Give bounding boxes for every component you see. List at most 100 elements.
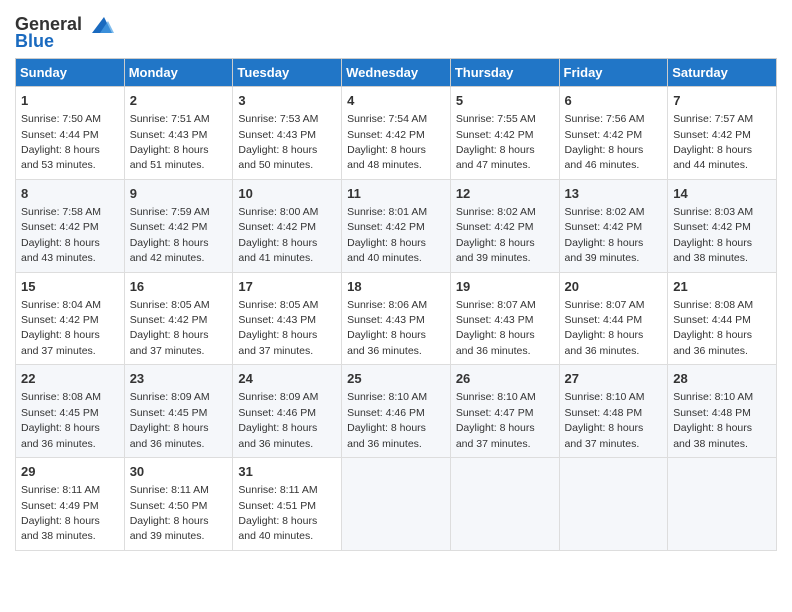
sunrise-info: Sunrise: 7:54 AM — [347, 113, 427, 125]
daylight-info: Daylight: 8 hours and 37 minutes. — [456, 422, 535, 449]
daylight-info: Daylight: 8 hours and 40 minutes. — [347, 237, 426, 264]
daylight-info: Daylight: 8 hours and 36 minutes. — [673, 329, 752, 356]
day-number: 30 — [130, 463, 228, 481]
day-number: 22 — [21, 370, 119, 388]
calendar-cell: 3 Sunrise: 7:53 AM Sunset: 4:43 PM Dayli… — [233, 87, 342, 180]
sunset-info: Sunset: 4:45 PM — [21, 407, 99, 419]
day-number: 25 — [347, 370, 445, 388]
header: General Blue — [15, 10, 777, 52]
sunrise-info: Sunrise: 8:07 AM — [456, 299, 536, 311]
weekday-header-monday: Monday — [124, 59, 233, 87]
weekday-header-sunday: Sunday — [16, 59, 125, 87]
sunset-info: Sunset: 4:42 PM — [238, 221, 316, 233]
calendar-cell: 7 Sunrise: 7:57 AM Sunset: 4:42 PM Dayli… — [668, 87, 777, 180]
sunset-info: Sunset: 4:42 PM — [673, 221, 751, 233]
logo-icon — [84, 15, 114, 35]
calendar-cell: 23 Sunrise: 8:09 AM Sunset: 4:45 PM Dayl… — [124, 365, 233, 458]
day-number: 1 — [21, 92, 119, 110]
daylight-info: Daylight: 8 hours and 39 minutes. — [130, 515, 209, 542]
day-number: 23 — [130, 370, 228, 388]
sunset-info: Sunset: 4:42 PM — [21, 221, 99, 233]
weekday-header-thursday: Thursday — [450, 59, 559, 87]
calendar-cell: 27 Sunrise: 8:10 AM Sunset: 4:48 PM Dayl… — [559, 365, 668, 458]
calendar-cell: 21 Sunrise: 8:08 AM Sunset: 4:44 PM Dayl… — [668, 272, 777, 365]
calendar-cell — [342, 458, 451, 551]
calendar-cell: 20 Sunrise: 8:07 AM Sunset: 4:44 PM Dayl… — [559, 272, 668, 365]
calendar-cell: 6 Sunrise: 7:56 AM Sunset: 4:42 PM Dayli… — [559, 87, 668, 180]
calendar-body: 1 Sunrise: 7:50 AM Sunset: 4:44 PM Dayli… — [16, 87, 777, 551]
calendar-cell: 28 Sunrise: 8:10 AM Sunset: 4:48 PM Dayl… — [668, 365, 777, 458]
sunset-info: Sunset: 4:43 PM — [130, 129, 208, 141]
daylight-info: Daylight: 8 hours and 53 minutes. — [21, 144, 100, 171]
calendar-cell: 9 Sunrise: 7:59 AM Sunset: 4:42 PM Dayli… — [124, 179, 233, 272]
sunset-info: Sunset: 4:44 PM — [673, 314, 751, 326]
day-number: 17 — [238, 278, 336, 296]
sunrise-info: Sunrise: 8:10 AM — [565, 391, 645, 403]
calendar-cell: 13 Sunrise: 8:02 AM Sunset: 4:42 PM Dayl… — [559, 179, 668, 272]
sunrise-info: Sunrise: 8:02 AM — [456, 206, 536, 218]
sunset-info: Sunset: 4:49 PM — [21, 500, 99, 512]
sunset-info: Sunset: 4:42 PM — [456, 221, 534, 233]
sunrise-info: Sunrise: 8:05 AM — [130, 299, 210, 311]
daylight-info: Daylight: 8 hours and 37 minutes. — [238, 329, 317, 356]
sunset-info: Sunset: 4:42 PM — [130, 221, 208, 233]
sunrise-info: Sunrise: 7:56 AM — [565, 113, 645, 125]
calendar-cell: 18 Sunrise: 8:06 AM Sunset: 4:43 PM Dayl… — [342, 272, 451, 365]
calendar-week-2: 8 Sunrise: 7:58 AM Sunset: 4:42 PM Dayli… — [16, 179, 777, 272]
sunrise-info: Sunrise: 7:55 AM — [456, 113, 536, 125]
daylight-info: Daylight: 8 hours and 36 minutes. — [238, 422, 317, 449]
sunset-info: Sunset: 4:48 PM — [565, 407, 643, 419]
sunset-info: Sunset: 4:42 PM — [347, 221, 425, 233]
sunrise-info: Sunrise: 8:00 AM — [238, 206, 318, 218]
weekday-header-row: SundayMondayTuesdayWednesdayThursdayFrid… — [16, 59, 777, 87]
day-number: 15 — [21, 278, 119, 296]
daylight-info: Daylight: 8 hours and 39 minutes. — [565, 237, 644, 264]
day-number: 14 — [673, 185, 771, 203]
logo: General Blue — [15, 14, 114, 52]
sunset-info: Sunset: 4:44 PM — [21, 129, 99, 141]
daylight-info: Daylight: 8 hours and 38 minutes. — [673, 237, 752, 264]
sunrise-info: Sunrise: 8:04 AM — [21, 299, 101, 311]
sunrise-info: Sunrise: 8:11 AM — [130, 484, 209, 496]
sunset-info: Sunset: 4:43 PM — [456, 314, 534, 326]
calendar-cell: 16 Sunrise: 8:05 AM Sunset: 4:42 PM Dayl… — [124, 272, 233, 365]
sunset-info: Sunset: 4:45 PM — [130, 407, 208, 419]
sunset-info: Sunset: 4:48 PM — [673, 407, 751, 419]
calendar-cell: 8 Sunrise: 7:58 AM Sunset: 4:42 PM Dayli… — [16, 179, 125, 272]
sunrise-info: Sunrise: 7:50 AM — [21, 113, 101, 125]
daylight-info: Daylight: 8 hours and 36 minutes. — [21, 422, 100, 449]
calendar-week-3: 15 Sunrise: 8:04 AM Sunset: 4:42 PM Dayl… — [16, 272, 777, 365]
sunset-info: Sunset: 4:43 PM — [347, 314, 425, 326]
day-number: 6 — [565, 92, 663, 110]
day-number: 3 — [238, 92, 336, 110]
sunrise-info: Sunrise: 8:10 AM — [456, 391, 536, 403]
calendar-cell: 29 Sunrise: 8:11 AM Sunset: 4:49 PM Dayl… — [16, 458, 125, 551]
calendar-cell — [450, 458, 559, 551]
daylight-info: Daylight: 8 hours and 38 minutes. — [673, 422, 752, 449]
calendar-cell: 12 Sunrise: 8:02 AM Sunset: 4:42 PM Dayl… — [450, 179, 559, 272]
daylight-info: Daylight: 8 hours and 47 minutes. — [456, 144, 535, 171]
sunrise-info: Sunrise: 8:07 AM — [565, 299, 645, 311]
daylight-info: Daylight: 8 hours and 42 minutes. — [130, 237, 209, 264]
sunset-info: Sunset: 4:46 PM — [238, 407, 316, 419]
calendar-cell — [559, 458, 668, 551]
logo-blue: Blue — [15, 31, 54, 52]
daylight-info: Daylight: 8 hours and 44 minutes. — [673, 144, 752, 171]
sunset-info: Sunset: 4:42 PM — [565, 129, 643, 141]
day-number: 8 — [21, 185, 119, 203]
daylight-info: Daylight: 8 hours and 37 minutes. — [565, 422, 644, 449]
day-number: 26 — [456, 370, 554, 388]
day-number: 11 — [347, 185, 445, 203]
calendar-cell: 2 Sunrise: 7:51 AM Sunset: 4:43 PM Dayli… — [124, 87, 233, 180]
calendar-week-4: 22 Sunrise: 8:08 AM Sunset: 4:45 PM Dayl… — [16, 365, 777, 458]
calendar-cell: 17 Sunrise: 8:05 AM Sunset: 4:43 PM Dayl… — [233, 272, 342, 365]
daylight-info: Daylight: 8 hours and 38 minutes. — [21, 515, 100, 542]
day-number: 13 — [565, 185, 663, 203]
day-number: 20 — [565, 278, 663, 296]
calendar-cell: 26 Sunrise: 8:10 AM Sunset: 4:47 PM Dayl… — [450, 365, 559, 458]
sunrise-info: Sunrise: 7:58 AM — [21, 206, 101, 218]
sunrise-info: Sunrise: 8:01 AM — [347, 206, 427, 218]
day-number: 21 — [673, 278, 771, 296]
calendar-week-5: 29 Sunrise: 8:11 AM Sunset: 4:49 PM Dayl… — [16, 458, 777, 551]
sunrise-info: Sunrise: 8:11 AM — [238, 484, 317, 496]
